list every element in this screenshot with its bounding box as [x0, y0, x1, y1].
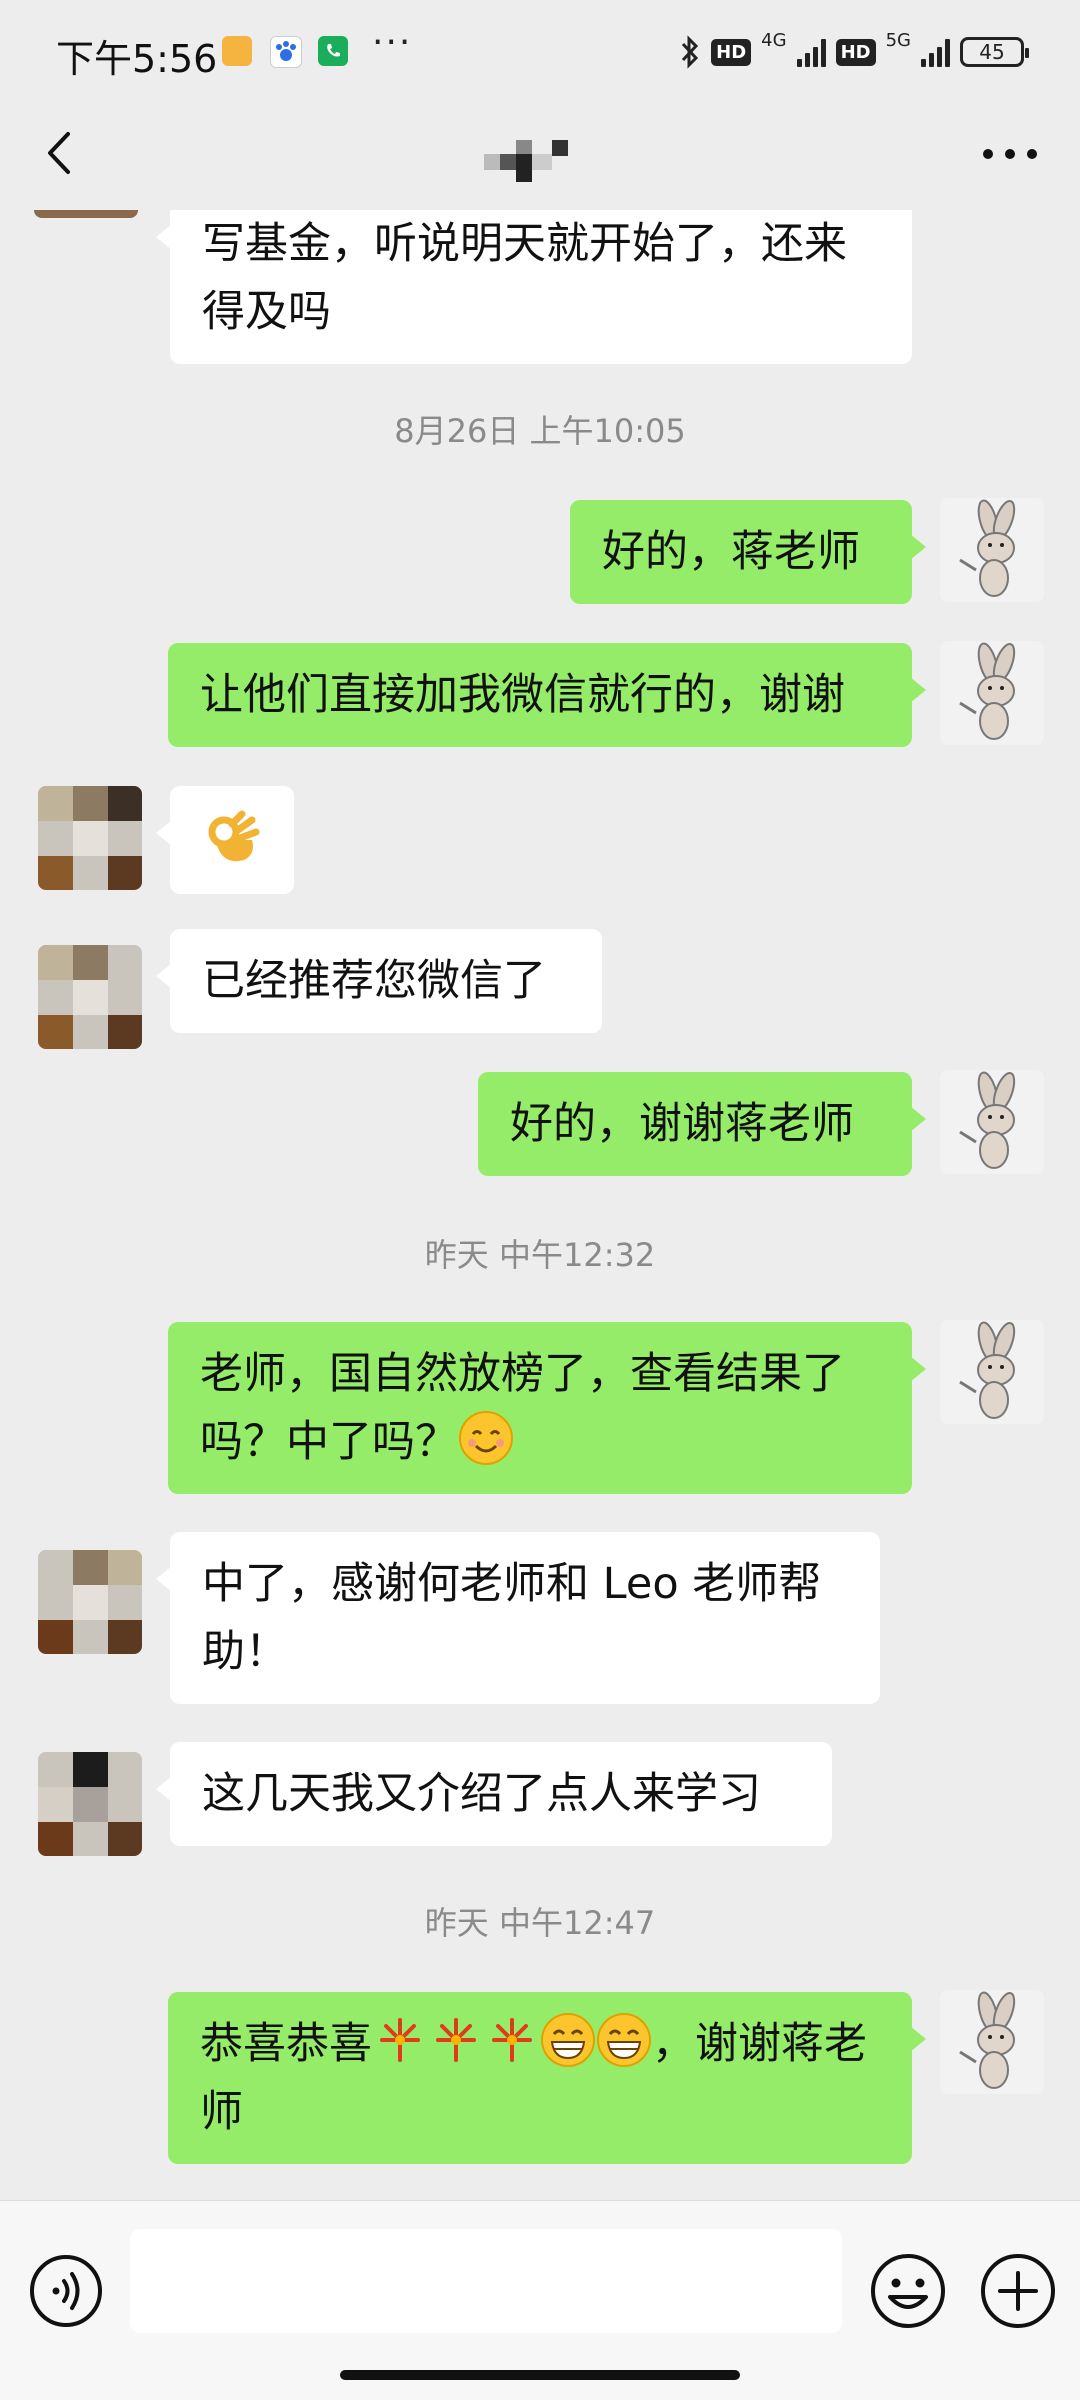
notification-icon-paw [270, 36, 302, 68]
my-avatar[interactable] [940, 1320, 1044, 1424]
message-bubble-sent[interactable]: 恭喜恭喜 ，谢谢蒋老师 [168, 1992, 926, 2164]
network-label-5g: 5G [885, 29, 911, 51]
message-input[interactable] [130, 2229, 842, 2333]
hd-badge-2: HD [835, 38, 876, 66]
network-label-4g: 4G [761, 29, 787, 51]
bluetooth-icon [682, 35, 699, 69]
rabbit-avatar-icon [940, 641, 1044, 745]
chat-title-redacted [484, 140, 568, 182]
grin-emoji-icon [597, 2013, 651, 2067]
battery-indicator: 45 [960, 37, 1029, 67]
my-avatar[interactable] [940, 1990, 1044, 2094]
status-time: 下午5:56 [56, 37, 218, 81]
emoji-icon[interactable] [868, 2251, 948, 2331]
my-avatar[interactable] [940, 1070, 1044, 1174]
contact-avatar[interactable] [38, 945, 142, 1049]
message-bubble-received[interactable]: 已经推荐您微信了 [156, 929, 602, 1033]
rabbit-avatar-icon [940, 1070, 1044, 1174]
hd-badge-1: HD [711, 38, 752, 66]
message-text-before: 恭喜恭喜 [200, 2019, 372, 2069]
chevron-left-icon[interactable] [36, 128, 86, 178]
message-timestamp: 昨天 中午12:47 [424, 1904, 656, 1942]
message-bubble-received[interactable]: 这几天我又介绍了点人来学习 [156, 1742, 832, 1846]
rabbit-avatar-icon [940, 1320, 1044, 1424]
ok-hand-emoji-icon [208, 810, 260, 862]
chat-screen: 下午5:56 ··· HD 4G HD 5G 45 写基金，听说明天就开始了，还… [0, 0, 1080, 2400]
more-notifications: ··· [372, 22, 413, 63]
more-dots-icon[interactable] [980, 144, 1040, 164]
contact-avatar[interactable] [38, 1550, 142, 1654]
message-bubble-received[interactable] [156, 786, 294, 894]
notification-icon-folder [222, 36, 252, 66]
message-bubble-sent[interactable]: 好的，谢谢蒋老师 [478, 1072, 926, 1176]
contact-avatar[interactable] [38, 1752, 142, 1856]
signal-icon-2 [921, 37, 950, 67]
firecracker-emoji-icon [436, 2018, 476, 2062]
message-bubble-received[interactable]: 写基金，听说明天就开始了，还来得及吗 [156, 210, 912, 364]
firecracker-emoji-icon [380, 2018, 420, 2062]
voice-icon[interactable] [28, 2253, 104, 2329]
contact-avatar[interactable] [38, 786, 142, 890]
notification-icon-phone [318, 36, 348, 66]
smile-emoji-icon [459, 1411, 513, 1465]
message-bubble-received[interactable]: 中了，感谢何老师和 Leo 老师帮助！ [156, 1532, 880, 1704]
firecracker-emoji-icon [492, 2018, 532, 2062]
my-avatar[interactable] [940, 641, 1044, 745]
rabbit-avatar-icon [940, 1990, 1044, 2094]
home-indicator[interactable] [340, 2370, 740, 2380]
status-bar: 下午5:56 ··· HD 4G HD 5G 45 [0, 0, 1080, 100]
plus-icon[interactable] [978, 2251, 1058, 2331]
my-avatar[interactable] [940, 498, 1044, 602]
message-bubble-sent[interactable]: 老师，国自然放榜了，查看结果了吗？中了吗？ [168, 1322, 926, 1494]
rabbit-avatar-icon [940, 498, 1044, 602]
status-icons: HD 4G HD 5G 45 [679, 29, 1029, 74]
message-list[interactable]: 写基金，听说明天就开始了，还来得及吗 8月26日 上午10:05 好的，蒋老师 … [0, 210, 1080, 2200]
contact-avatar[interactable] [34, 210, 138, 218]
message-bubble-sent[interactable]: 让他们直接加我微信就行的，谢谢 [168, 643, 926, 747]
grin-emoji-icon [541, 2013, 595, 2067]
signal-icon-1 [796, 37, 826, 67]
message-timestamp: 昨天 中午12:32 [424, 1236, 656, 1274]
message-text: 老师，国自然放榜了，查看结果了吗？中了吗？ [200, 1349, 845, 1467]
message-bubble-sent[interactable]: 好的，蒋老师 [570, 500, 926, 604]
message-timestamp: 8月26日 上午10:05 [394, 412, 686, 450]
